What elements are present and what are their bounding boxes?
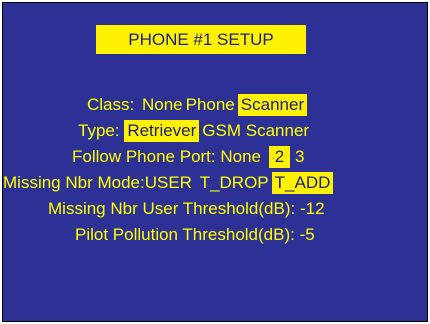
pilot-pollution-threshold-value[interactable]: -5: [300, 225, 315, 244]
pilot-pollution-threshold-label: Pilot Pollution Threshold(dB):: [75, 225, 295, 244]
mode-option-user[interactable]: USER: [145, 172, 195, 194]
title-banner: PHONE #1 SETUP: [96, 25, 306, 54]
class-option-none[interactable]: None: [139, 94, 186, 116]
type-label: Type:: [78, 121, 120, 140]
class-option-phone[interactable]: Phone: [186, 94, 238, 116]
port-option-3[interactable]: 3: [295, 146, 307, 168]
missing-nbr-mode-row: Missing Nbr Mode:USER T_DROP T_ADD: [3, 172, 334, 194]
follow-phone-port-label: Follow Phone Port:: [72, 147, 216, 166]
missing-nbr-threshold-row: Missing Nbr User Threshold(dB): -12: [48, 198, 325, 220]
type-option-retriever[interactable]: Retriever: [124, 120, 200, 142]
missing-nbr-mode-label: Missing Nbr Mode:: [3, 173, 145, 192]
mode-option-t-drop[interactable]: T_DROP: [200, 172, 272, 194]
pilot-pollution-threshold-row: Pilot Pollution Threshold(dB): -5: [75, 224, 315, 246]
missing-nbr-threshold-value[interactable]: -12: [300, 199, 325, 218]
class-row: Class: None Phone Scanner: [87, 94, 308, 116]
class-option-scanner[interactable]: Scanner: [237, 94, 308, 116]
phone-setup-screen: PHONE #1 SETUP Class: None Phone Scanner T…: [2, 2, 428, 322]
page-title: PHONE #1 SETUP: [128, 29, 274, 49]
follow-phone-port-row: Follow Phone Port: None 2 3: [72, 146, 307, 168]
mode-option-t-add[interactable]: T_ADD: [271, 172, 334, 194]
class-label: Class:: [87, 95, 135, 114]
port-option-2[interactable]: 2: [268, 146, 291, 168]
missing-nbr-threshold-label: Missing Nbr User Threshold(dB):: [48, 199, 296, 218]
port-option-none[interactable]: None: [220, 146, 264, 168]
type-row: Type: Retriever GSM Scanner: [78, 120, 312, 142]
type-option-gsm-scanner[interactable]: GSM Scanner: [199, 120, 312, 142]
